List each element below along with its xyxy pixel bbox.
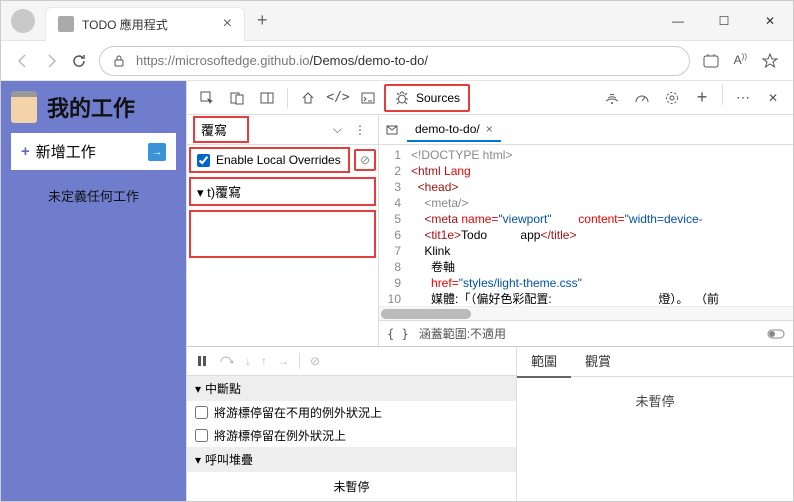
profile-avatar[interactable] — [11, 9, 35, 33]
enable-overrides-input[interactable] — [197, 154, 210, 167]
step-over-icon[interactable] — [219, 354, 235, 368]
coverage-bar: { } 涵蓋範圍:不適用 — [379, 320, 793, 346]
enable-overrides-checkbox[interactable]: Enable Local Overrides — [189, 147, 350, 173]
panel-icon[interactable] — [253, 85, 281, 111]
devtools-toolbar: </> Sources + ⋯ ✕ — [187, 81, 793, 115]
favorite-icon[interactable] — [761, 52, 779, 70]
tab-favicon — [58, 16, 74, 32]
app-title: 我的工作 — [47, 91, 135, 123]
url-text: https://microsoftedge.github.io/Demos/de… — [136, 53, 428, 68]
app-icon[interactable] — [702, 52, 720, 70]
step-into-icon[interactable]: ↓ — [245, 354, 251, 368]
tab-title: TODO 應用程式 — [82, 16, 215, 33]
callstack-header[interactable]: ▾ 呼叫堆疊 — [187, 447, 516, 472]
deactivate-breakpoints-icon[interactable]: ⊘ — [310, 354, 320, 368]
more-menu-icon[interactable]: ⋯ — [729, 85, 757, 111]
line-gutter: 12345678910 — [379, 145, 407, 306]
welcome-icon[interactable] — [294, 85, 322, 111]
maximize-button[interactable]: ☐ — [701, 5, 747, 37]
editor-panel: demo-to-do/ × 12345678910 <!DOCTYPE html… — [379, 115, 793, 346]
coverage-toggle-icon[interactable] — [767, 327, 785, 341]
lock-icon — [112, 54, 126, 68]
close-devtools-icon[interactable]: ✕ — [759, 85, 787, 111]
titlebar: TODO 應用程式 × + — ☐ ✕ — [1, 1, 793, 41]
performance-icon[interactable] — [628, 85, 656, 111]
sources-label: Sources — [416, 91, 460, 105]
braces-icon[interactable]: { } — [387, 327, 409, 341]
close-window-button[interactable]: ✕ — [747, 5, 793, 37]
settings-icon[interactable] — [658, 85, 686, 111]
enable-overrides-label: Enable Local Overrides — [216, 153, 341, 167]
network-icon[interactable] — [598, 85, 626, 111]
chevron-down-icon[interactable]: ⌵ — [333, 122, 342, 137]
inspect-icon[interactable] — [193, 85, 221, 111]
url-input[interactable]: https://microsoftedge.github.io/Demos/de… — [99, 46, 690, 76]
debugger-panel: ↓ ↑ → ⊘ ▾ 中斷點 將游標停留在不用的例外狀況上 將游標停留在例外狀況上… — [187, 346, 793, 501]
new-tab-button[interactable]: + — [245, 10, 280, 31]
pause-icon[interactable] — [195, 354, 209, 368]
overrides-tree-item[interactable]: ▾ t)覆寫 — [189, 177, 376, 206]
code-content: <!DOCTYPE html> <html Lang <head> <meta/… — [407, 145, 793, 306]
horizontal-scrollbar[interactable] — [379, 306, 793, 320]
tree-arrow-icon: ▾ — [197, 185, 207, 200]
code-editor[interactable]: 12345678910 <!DOCTYPE html> <html Lang <… — [379, 145, 793, 306]
step-icon[interactable]: → — [277, 354, 289, 368]
app-header: 我的工作 — [11, 91, 176, 123]
forward-button[interactable] — [43, 53, 59, 69]
add-task-button[interactable]: + 新增工作 → — [11, 133, 176, 170]
console-icon[interactable] — [354, 85, 382, 111]
more-icon[interactable]: ⋮ — [348, 123, 372, 137]
tab-close-icon[interactable]: × — [223, 15, 232, 33]
submit-arrow-icon[interactable]: → — [148, 143, 166, 161]
device-icon[interactable] — [223, 85, 251, 111]
scope-not-paused: 未暫停 — [517, 377, 793, 501]
file-tab-close-icon[interactable]: × — [486, 122, 493, 136]
no-task-message: 未定義任何工作 — [11, 186, 176, 205]
breakpoints-header[interactable]: ▾ 中斷點 — [187, 376, 516, 401]
debug-controls: ↓ ↑ → ⊘ — [187, 347, 516, 376]
navigator-panel: 覆寫 ⌵ ⋮ Enable Local Overrides ⊘ ▾ t)覆寫 — [187, 115, 379, 346]
scope-tab[interactable]: 範圍 — [517, 345, 571, 378]
add-task-label: 新增工作 — [36, 141, 96, 162]
step-out-icon[interactable]: ↑ — [261, 354, 267, 368]
clear-icon[interactable]: ⊘ — [354, 149, 376, 171]
read-aloud-icon[interactable]: A)) — [734, 52, 747, 70]
address-bar: https://microsoftedge.github.io/Demos/de… — [1, 41, 793, 81]
devtools: </> Sources + ⋯ ✕ 覆寫 ⌵ ⋮ — [186, 81, 793, 501]
file-nav-icon[interactable] — [385, 123, 399, 137]
overrides-dropdown[interactable]: 覆寫 — [193, 116, 249, 143]
back-button[interactable] — [15, 53, 31, 69]
watch-tab[interactable]: 觀賞 — [571, 345, 625, 378]
plus-icon: + — [21, 143, 30, 160]
clipboard-icon — [11, 91, 37, 123]
callstack-not-paused: 未暫停 — [187, 472, 516, 501]
coverage-text: 涵蓋範圍:不適用 — [419, 325, 506, 342]
minimize-button[interactable]: — — [655, 5, 701, 37]
overrides-tree-empty — [189, 210, 376, 258]
more-tabs-icon[interactable]: + — [688, 85, 716, 111]
sources-tab[interactable]: Sources — [384, 84, 470, 112]
scope-tabs: 範圍 觀賞 — [517, 347, 793, 377]
refresh-button[interactable] — [71, 53, 87, 69]
bug-icon — [394, 90, 410, 106]
browser-tab[interactable]: TODO 應用程式 × — [45, 7, 245, 41]
pause-caught-checkbox[interactable]: 將游標停留在例外狀況上 — [187, 424, 516, 447]
todo-app-panel: 我的工作 + 新增工作 → 未定義任何工作 — [1, 81, 186, 501]
file-tab-label: demo-to-do/ — [415, 122, 480, 136]
elements-icon[interactable]: </> — [324, 85, 352, 111]
file-tab[interactable]: demo-to-do/ × — [407, 118, 501, 142]
pause-uncaught-checkbox[interactable]: 將游標停留在不用的例外狀況上 — [187, 401, 516, 424]
